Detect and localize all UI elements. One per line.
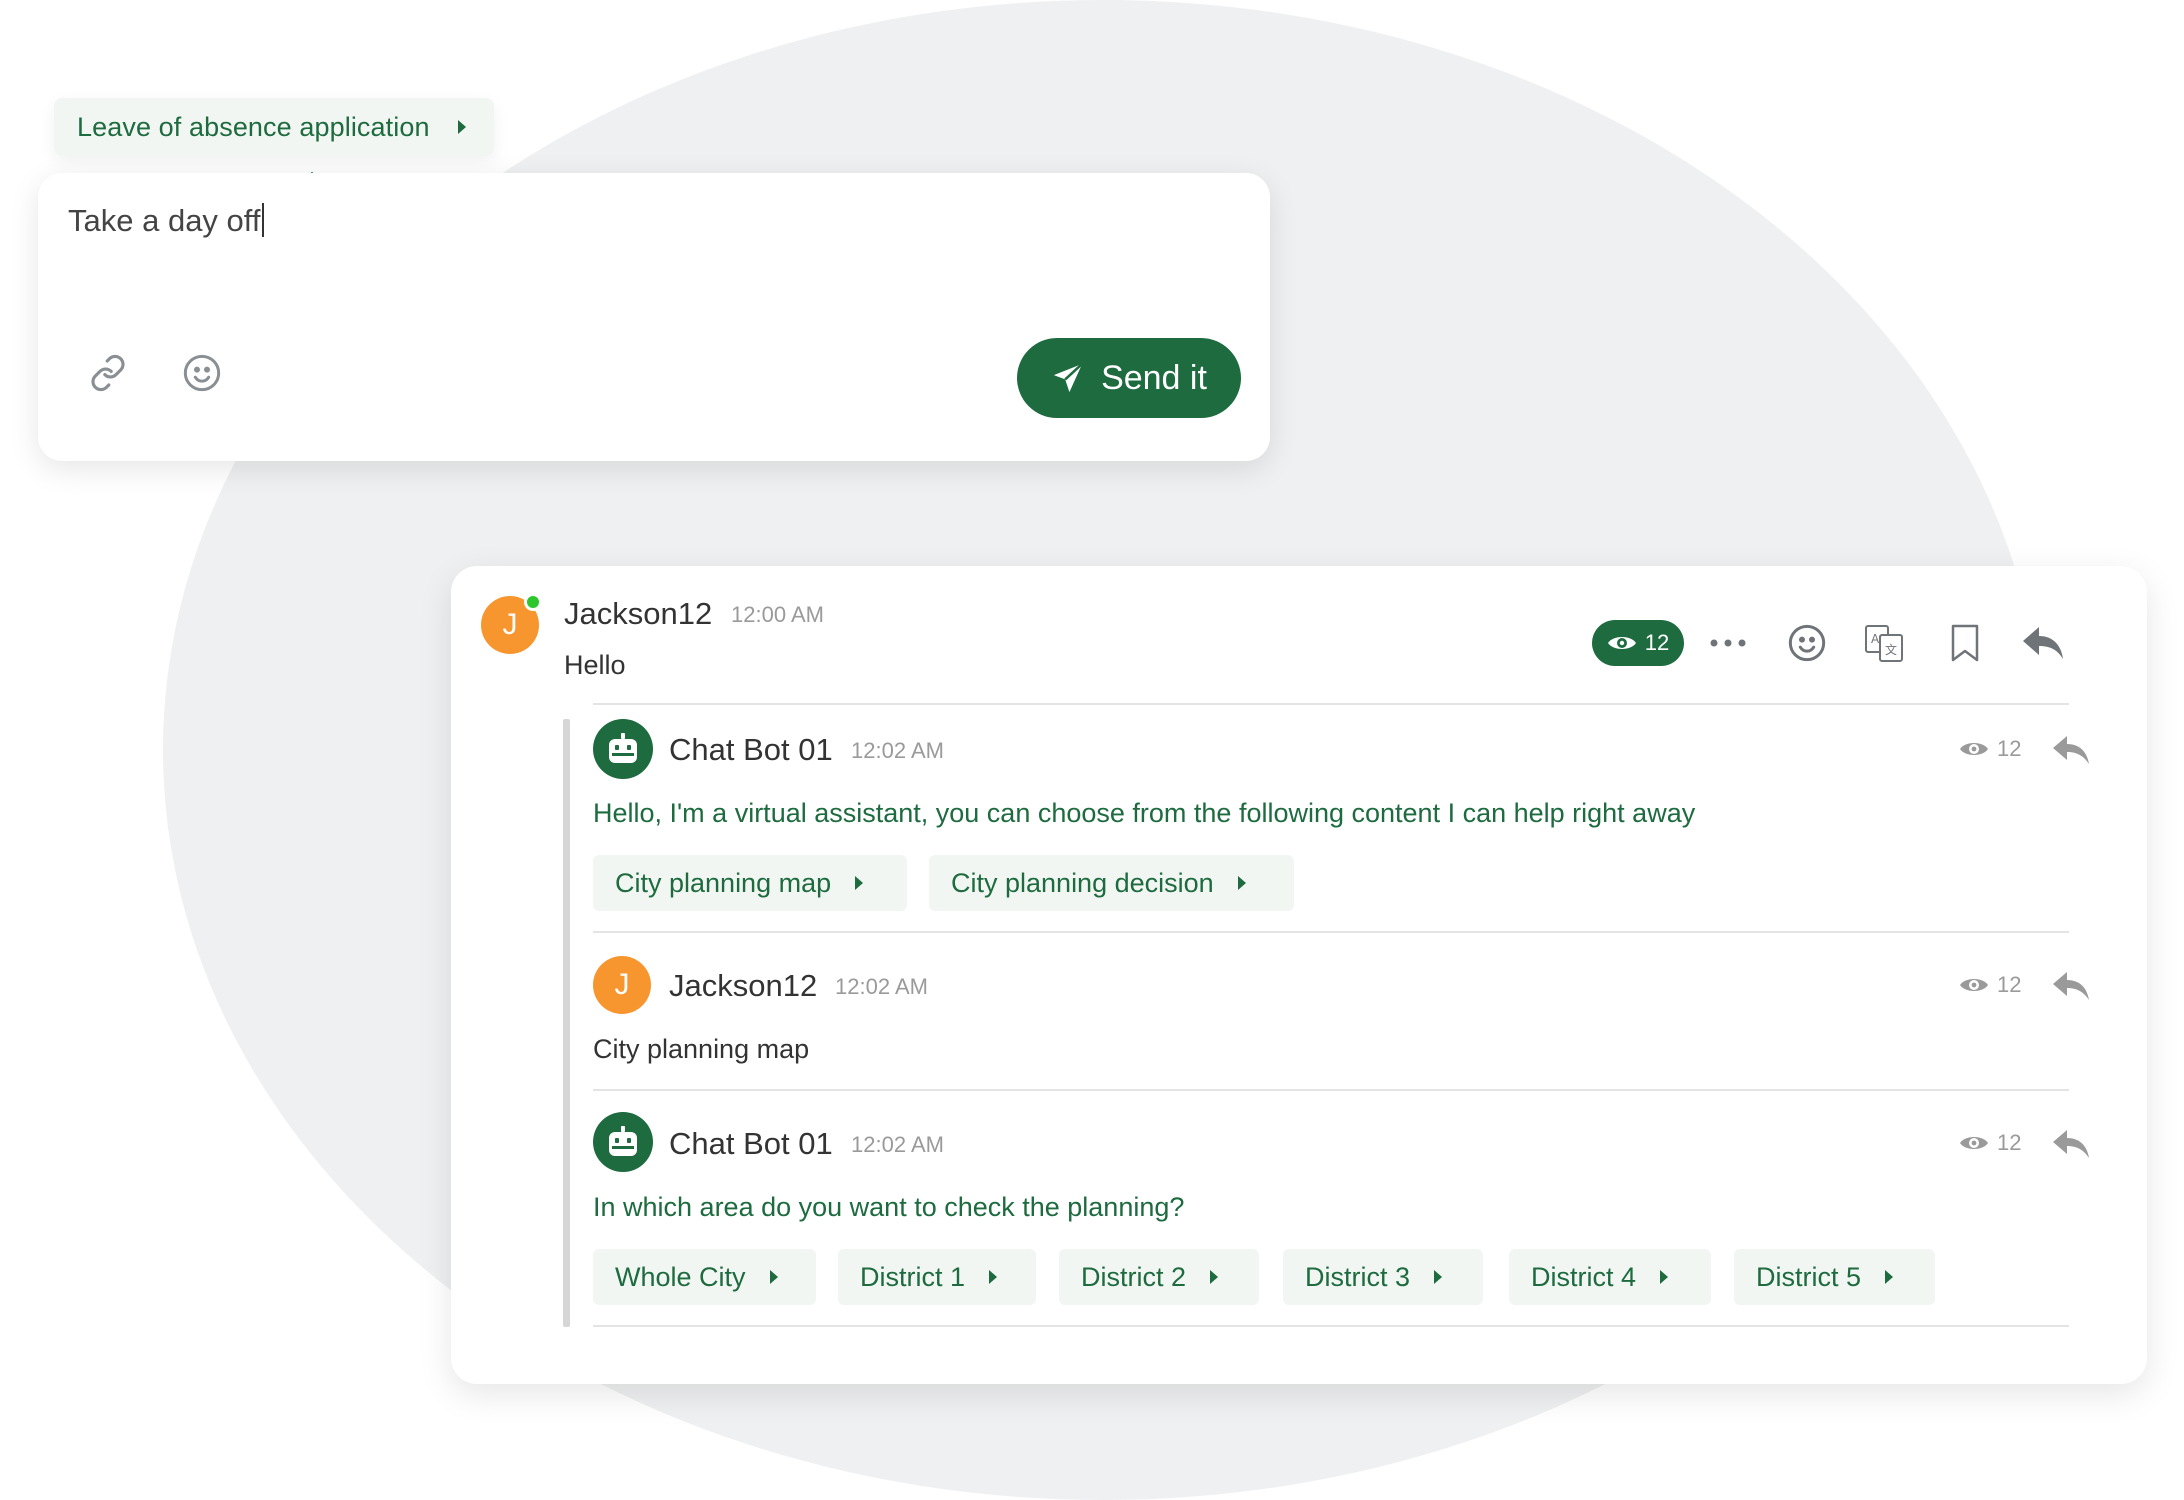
message-text: Hello <box>564 650 626 680</box>
seen-count: 12 <box>1959 1130 2021 1156</box>
caret-right-icon <box>1237 876 1246 890</box>
bookmark-icon[interactable] <box>1943 621 1987 665</box>
option-chip[interactable]: District 5 <box>1734 1249 1935 1305</box>
send-label: Send it <box>1101 358 1207 397</box>
svg-text:文: 文 <box>1885 642 1897 657</box>
text-cursor <box>262 203 265 237</box>
seen-count: 12 <box>1959 736 2021 762</box>
divider <box>593 1325 2069 1327</box>
message-time: 12:00 AM <box>731 602 824 627</box>
option-chip[interactable]: District 4 <box>1509 1249 1711 1305</box>
author-name[interactable]: Jackson12 <box>564 596 712 632</box>
reply-icon[interactable] <box>2021 621 2065 665</box>
smile-icon[interactable] <box>182 353 222 393</box>
caret-right-icon <box>769 1270 778 1284</box>
seen-count: 12 <box>1959 972 2021 998</box>
svg-text:A: A <box>1871 632 1880 646</box>
suggestion-label: Leave of absence application <box>77 111 430 142</box>
chat-thread-panel: J Jackson12 12:00 AM Hello 12 A 文 Chat B… <box>451 566 2147 1384</box>
message-time: 12:02 AM <box>851 738 944 763</box>
caret-right-icon <box>855 876 864 890</box>
message-text: In which area do you want to check the p… <box>593 1192 1185 1222</box>
eye-icon <box>1960 979 1988 991</box>
paper-plane-icon <box>1053 362 1084 393</box>
more-icon[interactable] <box>1706 621 1750 665</box>
divider <box>593 1089 2069 1091</box>
bot-avatar[interactable] <box>593 1112 653 1172</box>
translate-icon[interactable]: A 文 <box>1863 621 1907 665</box>
message-text: City planning map <box>593 1034 810 1064</box>
author-name[interactable]: Jackson12 <box>669 968 817 1004</box>
message-time: 12:02 AM <box>851 1132 944 1157</box>
eye-icon <box>1607 637 1636 649</box>
option-chip[interactable]: City planning decision <box>929 855 1294 911</box>
option-chip[interactable]: District 3 <box>1283 1249 1483 1305</box>
emoji-icon[interactable] <box>1785 621 1829 665</box>
avatar[interactable]: J <box>593 956 651 1014</box>
seen-count-badge[interactable]: 12 <box>1592 620 1684 666</box>
robot-icon <box>609 1126 637 1156</box>
message-time: 12:02 AM <box>835 974 928 999</box>
caret-right-icon <box>1434 1270 1443 1284</box>
thread-indicator-bar <box>563 719 570 1327</box>
eye-icon <box>1960 743 1988 755</box>
author-name[interactable]: Chat Bot 01 <box>669 732 833 768</box>
eye-icon <box>1960 1137 1988 1149</box>
bot-avatar[interactable] <box>593 719 653 779</box>
option-chip[interactable]: Whole City <box>593 1249 816 1305</box>
reply-icon[interactable] <box>2051 970 2091 1002</box>
caret-right-icon <box>989 1270 998 1284</box>
divider <box>593 931 2069 933</box>
send-button[interactable]: Send it <box>1017 338 1241 418</box>
reply-icon[interactable] <box>2051 1128 2091 1160</box>
robot-icon <box>609 733 637 763</box>
divider <box>593 703 2069 705</box>
reply-icon[interactable] <box>2051 734 2091 766</box>
caret-right-icon <box>457 120 466 134</box>
caret-right-icon <box>1660 1270 1669 1284</box>
caret-right-icon <box>1210 1270 1219 1284</box>
option-chip[interactable]: City planning map <box>593 855 907 911</box>
link-icon[interactable] <box>88 353 128 393</box>
message-text: Hello, I'm a virtual assistant, you can … <box>593 798 1696 828</box>
option-chip[interactable]: District 1 <box>838 1249 1036 1305</box>
option-chip[interactable]: District 2 <box>1059 1249 1259 1305</box>
suggestion-chip[interactable]: Leave of absence application <box>54 98 494 156</box>
message-input[interactable]: Take a day off <box>68 203 265 239</box>
author-name[interactable]: Chat Bot 01 <box>669 1126 833 1162</box>
caret-right-icon <box>1885 1270 1894 1284</box>
message-composer: Take a day off Send it <box>38 173 1270 461</box>
online-status-dot <box>524 593 542 611</box>
